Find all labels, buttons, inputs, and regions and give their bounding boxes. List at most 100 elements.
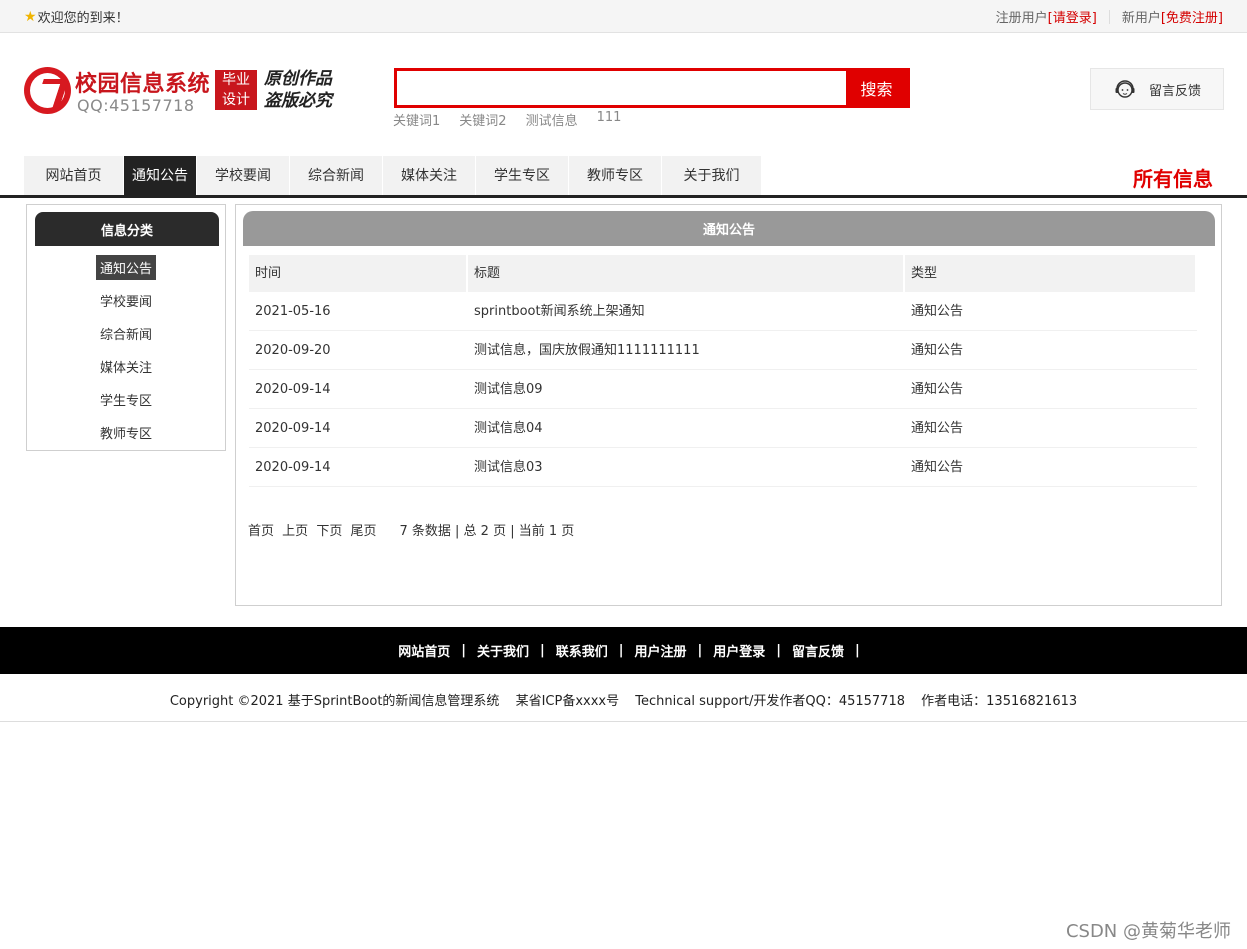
motto-line-2: 盗版必究 <box>264 91 332 111</box>
pagination: 首页 上页 下页 尾页 7 条数据 | 总 2 页 | 当前 1 页 <box>248 520 574 539</box>
sidebar-item-label: 教师专区 <box>99 427 152 442</box>
last-page-link[interactable]: 尾页 <box>350 524 376 539</box>
site-logo[interactable]: 校园信息系统 QQ:45157718 毕业 设计 原创作品 盗版必究 <box>24 66 344 116</box>
sidebar-item-label: 学校要闻 <box>99 295 152 310</box>
footer-link-about[interactable]: 关于我们 <box>477 641 529 660</box>
sidebar-item-notices[interactable]: 通知公告 <box>27 251 225 284</box>
cell-title-link[interactable]: 测试信息，国庆放假通知1111111111 <box>468 331 903 369</box>
cell-time: 2020-09-20 <box>255 343 331 358</box>
footer-separator: | <box>697 643 703 658</box>
footer-link-contact[interactable]: 联系我们 <box>556 641 608 660</box>
column-header-time: 时间 <box>249 255 466 292</box>
cell-type: 通知公告 <box>911 304 964 319</box>
nav-teacher-zone[interactable]: 教师专区 <box>569 156 662 196</box>
nav-notices[interactable]: 通知公告 <box>124 156 197 196</box>
notice-table: 时间 标题 类型 2021-05-16 sprintboot新闻系统上架通知 通… <box>249 255 1197 487</box>
column-header-type: 类型 <box>905 255 1195 292</box>
feedback-button[interactable]: 留言反馈 <box>1090 68 1224 110</box>
table-row: 2020-09-14 测试信息04 通知公告 <box>249 409 1197 448</box>
keyword-link[interactable]: 关键词2 <box>459 110 506 129</box>
keyword-link[interactable]: 关键词1 <box>393 110 440 129</box>
cell-time: 2020-09-14 <box>255 460 331 475</box>
sidebar-item-general-news[interactable]: 综合新闻 <box>27 317 225 350</box>
site-title: 校园信息系统 <box>75 72 211 97</box>
sidebar-item-student-zone[interactable]: 学生专区 <box>27 383 225 416</box>
welcome-message: ★ 欢迎您的到来！ <box>24 7 129 27</box>
all-info-link[interactable]: 所有信息 <box>1133 163 1213 192</box>
panel-title: 通知公告 <box>243 211 1215 246</box>
star-icon: ★ <box>24 8 37 25</box>
first-page-link[interactable]: 首页 <box>248 524 274 539</box>
customer-service-icon <box>1115 80 1135 98</box>
table-row: 2021-05-16 sprintboot新闻系统上架通知 通知公告 <box>249 292 1197 331</box>
search-box: 搜索 <box>394 68 910 108</box>
sidebar-item-media[interactable]: 媒体关注 <box>27 350 225 383</box>
main-nav: 网站首页 通知公告 学校要闻 综合新闻 媒体关注 学生专区 教师专区 关于我们 <box>24 156 762 196</box>
motto-line-1: 原创作品 <box>264 69 332 89</box>
cell-title-link[interactable]: sprintboot新闻系统上架通知 <box>468 292 903 330</box>
nav-media[interactable]: 媒体关注 <box>383 156 476 196</box>
phone-text: 作者电话：13516821613 <box>921 694 1078 709</box>
pager-info: 7 条数据 | 总 2 页 | 当前 1 页 <box>399 524 575 539</box>
sidebar-item-label: 学生专区 <box>99 394 152 409</box>
welcome-text: 欢迎您的到来！ <box>37 11 129 26</box>
pager-links: 首页 上页 下页 尾页 <box>248 520 380 539</box>
nav-student-zone[interactable]: 学生专区 <box>476 156 569 196</box>
category-list: 通知公告 学校要闻 综合新闻 媒体关注 学生专区 教师专区 <box>27 251 225 449</box>
nav-underline <box>0 195 1247 198</box>
top-bar: ★ 欢迎您的到来！ 注册用户 [请登录] 新用户 [免费注册] <box>0 0 1247 33</box>
sidebar-item-school-news[interactable]: 学校要闻 <box>27 284 225 317</box>
footer-separator: | <box>776 643 782 658</box>
cell-title-link[interactable]: 测试信息03 <box>468 448 903 486</box>
prev-page-link[interactable]: 上页 <box>282 524 308 539</box>
copyright-text: Copyright ©2021 基于SprintBoot的新闻信息管理系统 <box>169 694 500 709</box>
nav-school-news[interactable]: 学校要闻 <box>197 156 290 196</box>
feedback-label: 留言反馈 <box>1149 83 1202 99</box>
nav-home[interactable]: 网站首页 <box>24 156 124 196</box>
watermark: CSDN @黄菊华老师 <box>1065 921 1231 942</box>
copyright: Copyright ©2021 基于SprintBoot的新闻信息管理系统 某省… <box>0 690 1247 709</box>
search-button[interactable]: 搜索 <box>846 71 907 105</box>
icp-text: 某省ICP备xxxx号 <box>515 694 620 709</box>
footer-link-feedback[interactable]: 留言反馈 <box>792 641 844 660</box>
motto: 原创作品 盗版必究 <box>264 68 332 112</box>
table-row: 2020-09-14 测试信息09 通知公告 <box>249 370 1197 409</box>
keyword-link[interactable]: 111 <box>597 110 622 129</box>
cell-title-link[interactable]: 测试信息04 <box>468 409 903 447</box>
keyword-link[interactable]: 测试信息 <box>526 110 578 129</box>
content-panel: 通知公告 时间 标题 类型 2021-05-16 sprintboot新闻系统上… <box>235 204 1222 606</box>
nav-about[interactable]: 关于我们 <box>662 156 762 196</box>
login-link[interactable]: [请登录] <box>1048 7 1097 26</box>
cell-type: 通知公告 <box>911 382 964 397</box>
signup-link[interactable]: [免费注册] <box>1161 7 1223 26</box>
footer-link-register[interactable]: 用户注册 <box>635 641 687 660</box>
new-user-label: 新用户 <box>1121 11 1161 26</box>
sidebar-item-label: 综合新闻 <box>99 328 152 343</box>
table-header: 时间 标题 类型 <box>249 255 1197 292</box>
sidebar-item-teacher-zone[interactable]: 教师专区 <box>27 416 225 449</box>
cell-type: 通知公告 <box>911 460 964 475</box>
table-row: 2020-09-20 测试信息，国庆放假通知1111111111 通知公告 <box>249 331 1197 370</box>
search-input[interactable] <box>397 71 849 105</box>
site-qq: QQ:45157718 <box>77 96 195 115</box>
footer-divider <box>0 721 1247 722</box>
sidebar-title: 信息分类 <box>35 212 219 246</box>
footer-nav: 网站首页 | 关于我们 | 联系我们 | 用户注册 | 用户登录 | 留言反馈 | <box>0 627 1247 674</box>
footer-link-home[interactable]: 网站首页 <box>398 641 450 660</box>
support-text: Technical support/开发作者QQ：45157718 <box>635 694 906 709</box>
cell-title-link[interactable]: 测试信息09 <box>468 370 903 408</box>
cell-time: 2021-05-16 <box>255 304 331 319</box>
footer-link-login[interactable]: 用户登录 <box>713 641 765 660</box>
next-page-link[interactable]: 下页 <box>316 524 342 539</box>
hot-keywords: 关键词1 关键词2 测试信息 111 <box>393 110 640 129</box>
cell-time: 2020-09-14 <box>255 382 331 397</box>
badge-line-1: 毕业 <box>222 72 250 88</box>
logo-mark-icon <box>24 67 71 114</box>
graduation-badge: 毕业 设计 <box>215 70 257 110</box>
sidebar-item-label: 通知公告 <box>95 255 156 280</box>
footer-separator: | <box>855 643 860 658</box>
column-header-title: 标题 <box>468 255 903 292</box>
nav-general-news[interactable]: 综合新闻 <box>290 156 383 196</box>
category-sidebar: 信息分类 通知公告 学校要闻 综合新闻 媒体关注 学生专区 教师专区 <box>26 204 226 451</box>
badge-line-2: 设计 <box>222 92 250 108</box>
